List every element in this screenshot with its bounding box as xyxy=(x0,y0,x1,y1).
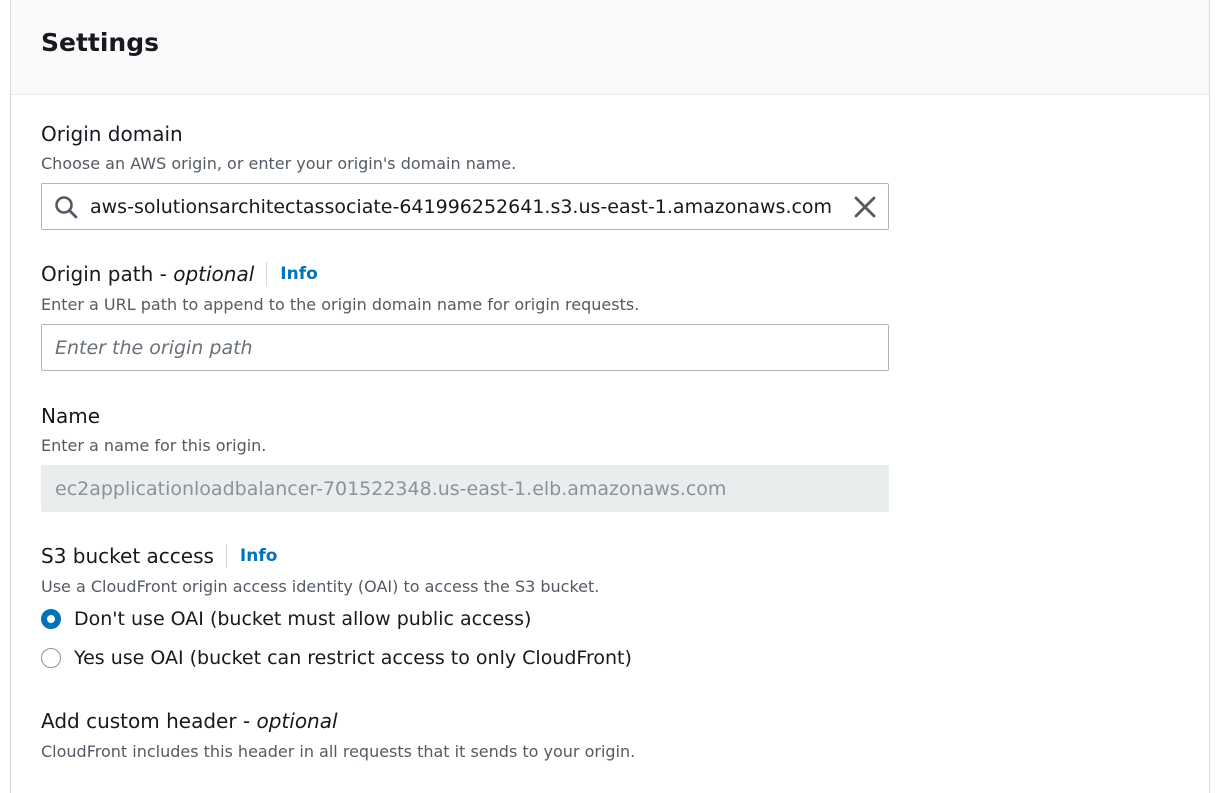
name-input: ec2applicationloadbalancer-701522348.us-… xyxy=(41,465,889,512)
origin-path-info-link[interactable]: Info xyxy=(280,264,318,284)
radio-option-yes-oai[interactable]: Yes use OAI (bucket can restrict access … xyxy=(41,647,632,669)
s3-bucket-access-info-link[interactable]: Info xyxy=(240,546,278,566)
origin-path-label-text: Origin path - xyxy=(41,262,174,286)
label-divider xyxy=(225,544,227,568)
origin-domain-description: Choose an AWS origin, or enter your orig… xyxy=(41,154,517,173)
origin-path-optional: optional xyxy=(173,262,255,286)
radio-button-checked[interactable] xyxy=(41,609,61,629)
name-description: Enter a name for this origin. xyxy=(41,436,267,455)
origin-path-label: Origin path - optional Info xyxy=(41,262,318,286)
origin-path-placeholder: Enter the origin path xyxy=(55,336,253,359)
custom-header-description: CloudFront includes this header in all r… xyxy=(41,742,636,761)
radio-button-unchecked[interactable] xyxy=(41,648,61,668)
label-divider xyxy=(266,262,268,286)
search-icon xyxy=(55,195,78,218)
panel-header: Settings xyxy=(11,0,1209,95)
settings-panel: Settings Origin domain Choose an AWS ori… xyxy=(10,0,1210,793)
origin-domain-value: aws-solutionsarchitectassociate-64199625… xyxy=(90,195,833,218)
name-label: Name xyxy=(41,404,100,428)
s3-bucket-access-label-text: S3 bucket access xyxy=(41,544,214,568)
close-icon[interactable] xyxy=(852,194,878,220)
name-value: ec2applicationloadbalancer-701522348.us-… xyxy=(55,477,727,500)
radio-label-yes-oai: Yes use OAI (bucket can restrict access … xyxy=(74,647,632,669)
custom-header-label: Add custom header - optional xyxy=(41,709,338,733)
name-label-text: Name xyxy=(41,404,101,428)
origin-path-input[interactable]: Enter the origin path xyxy=(41,324,889,371)
origin-domain-label-text: Origin domain xyxy=(41,122,183,146)
radio-label-no-oai: Don't use OAI (bucket must allow public … xyxy=(74,608,532,630)
origin-domain-input[interactable]: aws-solutionsarchitectassociate-64199625… xyxy=(41,183,889,230)
origin-path-description: Enter a URL path to append to the origin… xyxy=(41,295,640,314)
radio-option-no-oai[interactable]: Don't use OAI (bucket must allow public … xyxy=(41,608,531,630)
origin-domain-label: Origin domain xyxy=(41,122,183,146)
panel-title: Settings xyxy=(41,28,160,57)
s3-bucket-access-description: Use a CloudFront origin access identity … xyxy=(41,577,600,596)
custom-header-label-text: Add custom header - xyxy=(41,709,257,733)
s3-bucket-access-label: S3 bucket access Info xyxy=(41,544,277,568)
custom-header-optional: optional xyxy=(256,709,338,733)
